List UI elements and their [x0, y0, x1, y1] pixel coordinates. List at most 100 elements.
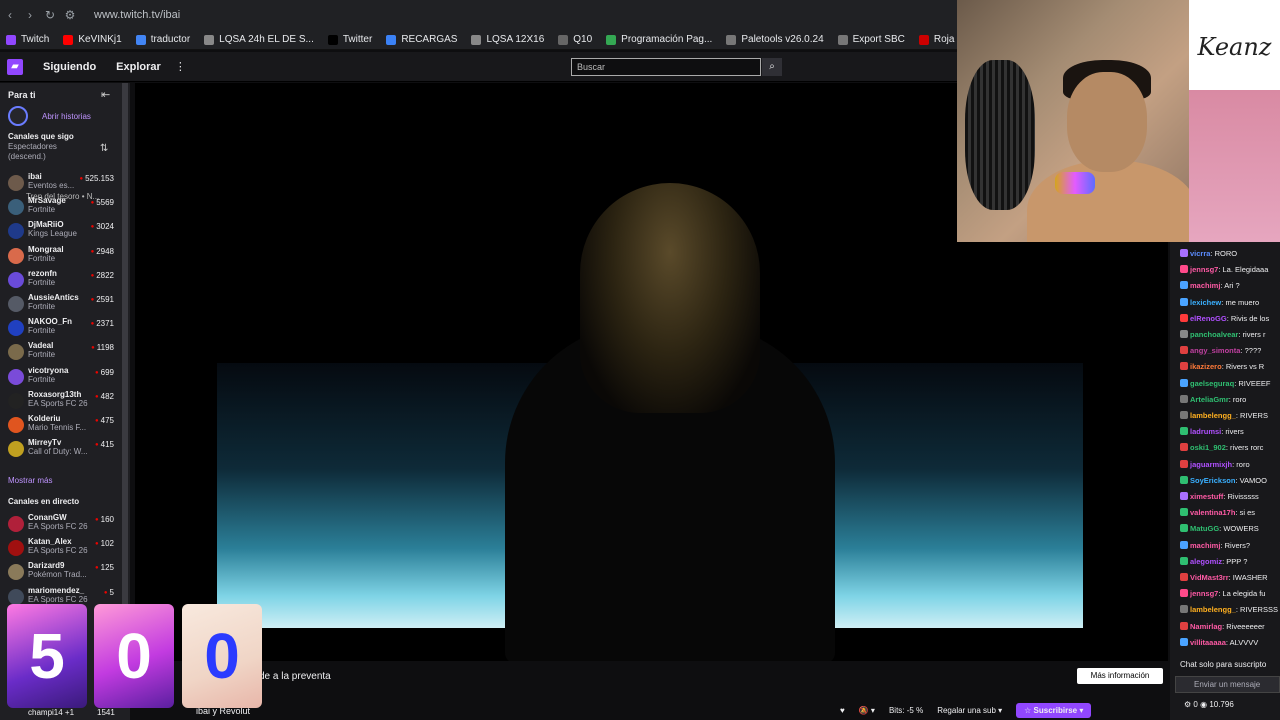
twitch-logo-icon[interactable]: ▰	[7, 58, 23, 75]
reload-icon[interactable]: ↻	[40, 8, 60, 22]
chat-badge-icon	[1180, 362, 1188, 371]
follow-heart-icon[interactable]: ♥	[840, 706, 845, 715]
chat-username[interactable]: SoyErickson	[1190, 476, 1235, 485]
counter-digit: 0	[182, 604, 262, 708]
channel-avatar	[8, 223, 24, 240]
chat-message: Namirlag: Riveeeeeer	[1180, 619, 1265, 635]
channel-avatar	[8, 344, 24, 361]
sidebar-channel-item[interactable]: NAKOO_FnFortnite 2371	[6, 317, 118, 341]
channel-avatar	[8, 564, 24, 581]
bookmark-item[interactable]: Export SBC	[837, 34, 905, 45]
gift-sub-button[interactable]: Regalar una sub ▾	[937, 706, 1002, 715]
search-input[interactable]: Buscar	[571, 58, 761, 76]
chat-username[interactable]: gaelseguraq	[1190, 379, 1234, 388]
bookmark-item[interactable]: LQSA 24h EL DE S...	[204, 34, 314, 45]
chat-username[interactable]: angy_simonta	[1190, 346, 1240, 355]
chat-username[interactable]: jaguarmixjh	[1190, 460, 1232, 469]
sidebar-channel-item[interactable]: MongraalFortnite 2948	[6, 245, 118, 269]
bookmark-item[interactable]: Programación Pag...	[606, 34, 712, 45]
chat-username[interactable]: panchoalvear	[1190, 330, 1238, 339]
sidebar-bottom-channel[interactable]: champi14 +1	[28, 708, 74, 717]
sidebar-channel-item[interactable]: vicotryonaFortnite 699	[6, 366, 118, 390]
sidebar-channel-item[interactable]: AussieAnticsFortnite 2591	[6, 293, 118, 317]
bookmark-label: traductor	[150, 34, 191, 45]
chat-username[interactable]: oski1_902	[1190, 443, 1226, 452]
channel-game: Call of Duty: W...	[28, 447, 88, 457]
bookmark-item[interactable]: Q10	[558, 34, 592, 45]
more-info-button[interactable]: Más información	[1077, 668, 1163, 684]
chat-username[interactable]: ArteliaGmr	[1190, 395, 1229, 404]
notifications-button[interactable]: 🔕 ▾	[859, 706, 875, 715]
chat-badge-icon	[1180, 605, 1188, 614]
chat-username[interactable]: jennsg7	[1190, 265, 1218, 274]
chat-username[interactable]: villitaaaaa	[1190, 638, 1226, 647]
subscribe-button[interactable]: ☆ Suscribirse ▾	[1016, 702, 1092, 718]
channel-game: Fortnite	[28, 302, 56, 311]
chat-input[interactable]: Enviar un mensaje	[1175, 676, 1280, 693]
sidebar-channel-item[interactable]: ConanGWEA Sports FC 26 160	[6, 513, 118, 537]
sidebar-channel-item[interactable]: MirreyTvCall of Duty: W... 415	[6, 438, 118, 462]
bookmark-label: Paletools v26.0.24	[741, 34, 824, 45]
chat-username[interactable]: machimj	[1190, 541, 1220, 550]
channel-name: Kolderiu	[28, 414, 61, 423]
bookmark-favicon-icon	[135, 34, 146, 45]
more-menu-icon[interactable]: ⋮	[175, 60, 186, 73]
back-icon[interactable]: ‹	[0, 8, 20, 22]
chat-username[interactable]: lambelengg_	[1190, 411, 1236, 420]
bookmark-label: Twitter	[342, 34, 373, 45]
chat-badge-icon	[1180, 556, 1188, 565]
bookmark-item[interactable]: LQSA 12X16	[471, 34, 544, 45]
chat-settings-icon[interactable]: ⚙	[1184, 700, 1191, 709]
bookmark-item[interactable]: KeVINKj1	[63, 34, 122, 45]
sidebar-channel-item[interactable]: KolderiuMario Tennis F... 475	[6, 414, 118, 438]
chat-username[interactable]: alegomiz	[1190, 557, 1222, 566]
chat-text: : WOWERS	[1219, 524, 1259, 534]
chat-text: : rivers rorc	[1225, 443, 1264, 453]
show-more-link[interactable]: Mostrar más	[8, 476, 52, 485]
bookmark-item[interactable]: Twitch	[6, 34, 49, 45]
sidebar-scrollbar[interactable]	[122, 83, 128, 613]
stories-button[interactable]: Abrir historias	[8, 106, 91, 126]
channel-name: mariomendez_	[28, 585, 85, 595]
stories-avatar	[8, 106, 28, 126]
chat-text: : VAMOO	[1235, 475, 1267, 485]
chat-username[interactable]: VidMast3rr	[1190, 573, 1229, 582]
sidebar-channel-item[interactable]: rezonfnFortnite 2822	[6, 269, 118, 293]
chat-username[interactable]: vicrra	[1190, 249, 1210, 258]
chat-username[interactable]: MatuGG	[1190, 524, 1219, 533]
bits-button[interactable]: Bits: -5 %	[889, 706, 923, 715]
chat-message: ximestuff: Rivisssss	[1180, 489, 1259, 505]
bookmark-item[interactable]: Twitter	[327, 34, 373, 45]
search-icon[interactable]: ⌕	[762, 58, 782, 76]
forward-icon[interactable]: ›	[20, 8, 40, 22]
site-info-icon[interactable]: ⚙	[60, 8, 80, 22]
chat-username[interactable]: valentina17h	[1190, 508, 1235, 517]
chat-badge-icon	[1180, 492, 1188, 500]
channel-viewers: 102	[95, 539, 114, 548]
collapse-sidebar-icon[interactable]: ⇤	[101, 88, 110, 101]
chat-username[interactable]: ladrumsi	[1190, 427, 1221, 436]
chat-username[interactable]: Namirlag	[1190, 622, 1222, 631]
bookmark-item[interactable]: RECARGAS	[386, 34, 457, 45]
chat-username[interactable]: lambelengg_	[1190, 605, 1236, 614]
sort-icon[interactable]: ⇅	[100, 143, 108, 154]
following-link[interactable]: Siguiendo	[43, 61, 96, 73]
sidebar-channel-item[interactable]: DjMaRiiOKings League 3024	[6, 220, 118, 244]
sidebar-channel-item[interactable]: Darizard9Pokémon Trad... 125	[6, 561, 118, 585]
bookmark-favicon-icon	[204, 34, 215, 45]
channel-points-icon[interactable]: ◉	[1200, 700, 1207, 709]
chat-username[interactable]: ximestuff	[1190, 492, 1223, 501]
chat-username[interactable]: jennsg7	[1190, 589, 1218, 598]
bookmark-item[interactable]: traductor	[135, 34, 191, 45]
chat-username[interactable]: machimj	[1190, 281, 1220, 290]
channel-name: rezonfn	[28, 268, 57, 278]
browse-link[interactable]: Explorar	[116, 61, 161, 73]
chat-username[interactable]: ikazizero	[1190, 362, 1222, 371]
address-bar[interactable]: www.twitch.tv/ibai	[94, 9, 180, 21]
sidebar-channel-item[interactable]: VadealFortnite 1198	[6, 341, 118, 365]
sidebar-channel-item[interactable]: Katan_AlexEA Sports FC 26 102	[6, 537, 118, 561]
chat-username[interactable]: lexichew	[1190, 298, 1221, 307]
bookmark-item[interactable]: Paletools v26.0.24	[726, 34, 824, 45]
chat-username[interactable]: elRenoGG	[1190, 314, 1227, 323]
sidebar-channel-item[interactable]: Roxasorg13thEA Sports FC 26 482	[6, 390, 118, 414]
